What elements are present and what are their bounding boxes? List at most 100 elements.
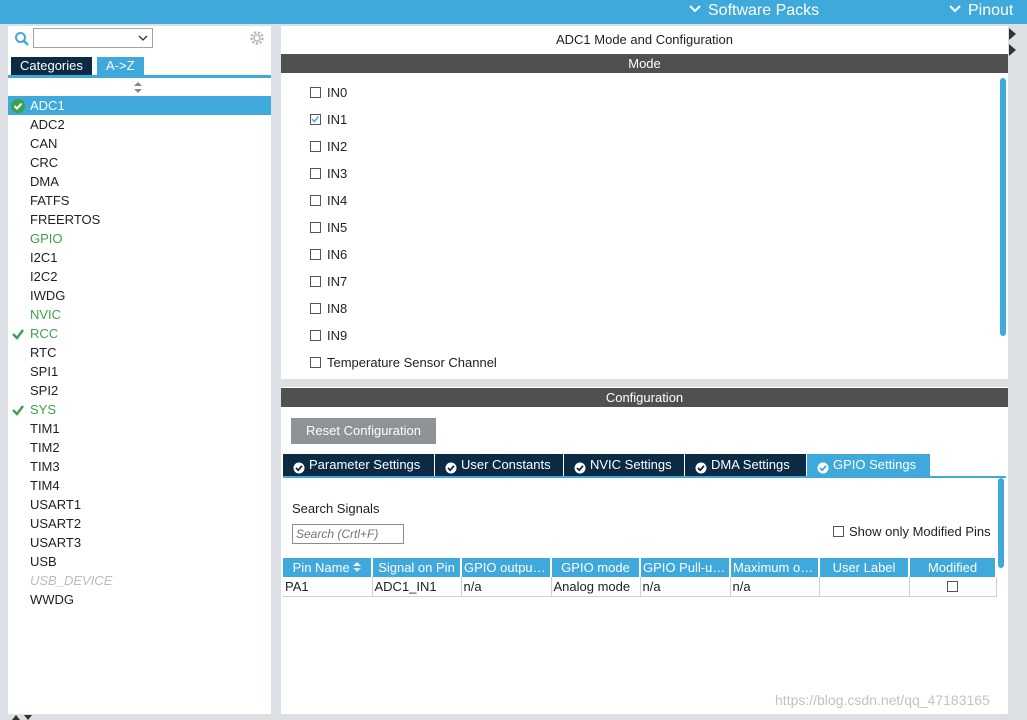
check-icon <box>12 405 24 416</box>
sidebar-item[interactable]: TIM2 <box>8 438 271 457</box>
software-packs-menu[interactable]: Software Packs <box>688 0 819 24</box>
column-header-label: GPIO mode <box>561 560 630 575</box>
tab-config[interactable]: Parameter Settings <box>283 454 434 476</box>
config-scrollbar[interactable] <box>998 478 1004 568</box>
mode-item-label: IN4 <box>327 193 348 208</box>
checkbox-box[interactable] <box>310 87 321 98</box>
checkbox-box[interactable] <box>310 168 321 179</box>
checkbox-box[interactable] <box>310 114 321 125</box>
sidebar-item[interactable]: USART3 <box>8 533 271 552</box>
tab-a-z[interactable]: A->Z <box>97 57 144 75</box>
checkbox-box[interactable] <box>310 222 321 233</box>
sidebar-item[interactable]: USART1 <box>8 495 271 514</box>
tab-config[interactable]: NVIC Settings <box>564 454 684 476</box>
mode-checkbox-item[interactable]: IN4 <box>310 190 497 217</box>
tab-config[interactable]: GPIO Settings <box>807 454 930 476</box>
mode-checkbox-item[interactable]: IN9 <box>310 325 497 352</box>
mode-item-label: IN3 <box>327 166 348 181</box>
table-row[interactable]: PA1 ADC1_IN1 n/a Analog mode n/a n/a <box>283 577 997 597</box>
tab-config[interactable]: User Constants <box>435 454 563 476</box>
checkbox-box[interactable] <box>310 249 321 260</box>
sidebar-item[interactable]: SYS <box>8 400 271 419</box>
table-cell: PA1 <box>283 577 373 597</box>
tab-categories[interactable]: Categories <box>11 57 92 75</box>
sidebar-item[interactable]: ADC2 <box>8 115 271 134</box>
sidebar-item[interactable]: FATFS <box>8 191 271 210</box>
sidebar-item-label: ADC2 <box>30 117 65 132</box>
sidebar-item[interactable]: CAN <box>8 134 271 153</box>
checkbox-box[interactable] <box>310 276 321 287</box>
peripheral-search-combo[interactable] <box>33 28 153 48</box>
sort-icon[interactable] <box>350 560 362 575</box>
mode-checkbox-item[interactable]: IN1 <box>310 109 497 136</box>
splitter[interactable] <box>281 379 1008 387</box>
column-header[interactable]: Maximum ou... <box>730 558 820 577</box>
sort-icon[interactable] <box>133 82 143 94</box>
collapse-arrow-icon[interactable] <box>1009 28 1017 58</box>
sidebar-item[interactable]: USB_DEVICE <box>8 571 271 590</box>
chevron-down-icon[interactable] <box>138 34 148 42</box>
column-header[interactable]: GPIO output ... <box>461 558 552 577</box>
software-packs-label: Software Packs <box>708 2 820 19</box>
mode-checkbox-item[interactable]: IN5 <box>310 217 497 244</box>
sidebar-item[interactable]: GPIO <box>8 229 271 248</box>
tab-config[interactable]: DMA Settings <box>685 454 806 476</box>
mode-checkbox-item[interactable]: IN0 <box>310 82 497 109</box>
sidebar-item-label: IWDG <box>30 288 66 303</box>
sidebar-item[interactable]: NVIC <box>8 305 271 324</box>
sidebar-item[interactable]: DMA <box>8 172 271 191</box>
sidebar-item-label: USB <box>30 554 57 569</box>
mode-checkbox-item[interactable]: Temperature Sensor Channel <box>310 352 497 379</box>
sidebar-item[interactable]: SPI1 <box>8 362 271 381</box>
mode-checkbox-item[interactable]: IN2 <box>310 136 497 163</box>
sidebar-item-label: CAN <box>30 136 58 151</box>
sidebar-item[interactable]: I2C1 <box>8 248 271 267</box>
sidebar-item[interactable]: TIM3 <box>8 457 271 476</box>
column-header[interactable]: Pin Name <box>283 558 373 577</box>
checkbox-box[interactable] <box>310 141 321 152</box>
column-header[interactable]: Modified <box>909 558 997 577</box>
table-header-row: Pin Name Signal on Pin GPIO output ... GPI… <box>283 558 997 577</box>
sidebar-item[interactable]: WWDG <box>8 590 271 609</box>
sidebar-item[interactable]: ADC1 <box>8 96 271 115</box>
checkbox-box[interactable] <box>310 195 321 206</box>
sidebar-item[interactable]: RTC <box>8 343 271 362</box>
show-modified-label: Show only Modified Pins <box>849 524 991 539</box>
checkbox-box[interactable] <box>833 526 844 537</box>
sidebar-item[interactable]: USART2 <box>8 514 271 533</box>
mode-checkbox-item[interactable]: IN8 <box>310 298 497 325</box>
column-header[interactable]: GPIO mode <box>551 558 641 577</box>
mode-scrollbar[interactable] <box>1000 78 1006 336</box>
mode-checkbox-item[interactable]: IN6 <box>310 244 497 271</box>
mode-checkbox-item[interactable]: IN3 <box>310 163 497 190</box>
sidebar-item[interactable]: CRC <box>8 153 271 172</box>
checkbox-box[interactable] <box>310 330 321 341</box>
table-cell[interactable] <box>909 577 997 597</box>
column-header[interactable]: GPIO Pull-up... <box>640 558 731 577</box>
sidebar-item-label: SYS <box>30 402 57 417</box>
configuration-panel: ADC1 Mode and Configuration Mode IN0 IN1 I… <box>281 26 1008 714</box>
sidebar-item[interactable]: USB <box>8 552 271 571</box>
search-signals-input[interactable] <box>292 524 404 544</box>
search-icon[interactable] <box>14 31 30 47</box>
column-header[interactable]: User Label <box>819 558 910 577</box>
right-gutter <box>1008 26 1027 720</box>
sidebar-item[interactable]: RCC <box>8 324 271 343</box>
show-modified-checkbox[interactable]: Show only Modified Pins <box>833 524 991 539</box>
sidebar-item[interactable]: TIM4 <box>8 476 271 495</box>
column-header-label: User Label <box>832 560 896 575</box>
mode-checkbox-item[interactable]: IN7 <box>310 271 497 298</box>
sidebar-item[interactable]: FREERTOS <box>8 210 271 229</box>
sidebar-item[interactable]: TIM1 <box>8 419 271 438</box>
pinout-menu[interactable]: Pinout <box>948 0 1013 24</box>
checkbox-box[interactable] <box>310 357 321 368</box>
sidebar-item[interactable]: IWDG <box>8 286 271 305</box>
reset-configuration-button[interactable]: Reset Configuration <box>291 418 436 444</box>
sidebar-item[interactable]: I2C2 <box>8 267 271 286</box>
column-header[interactable]: Signal on Pin <box>372 558 462 577</box>
sidebar-item[interactable]: SPI2 <box>8 381 271 400</box>
gear-icon[interactable] <box>248 29 266 47</box>
modified-checkbox[interactable] <box>947 581 958 592</box>
checkbox-box[interactable] <box>310 303 321 314</box>
bottom-arrows-icon[interactable] <box>10 713 40 720</box>
